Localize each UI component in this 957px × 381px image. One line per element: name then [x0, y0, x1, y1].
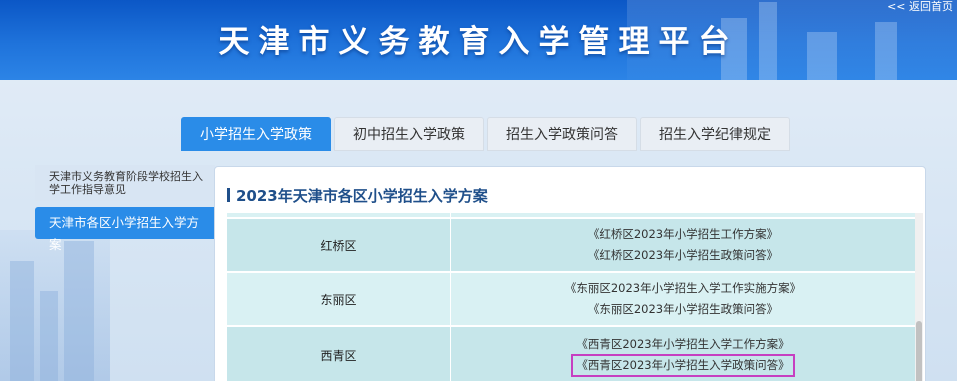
- policy-tabs: 小学招生入学政策 初中招生入学政策 招生入学政策问答 招生入学纪律规定: [181, 117, 793, 151]
- tab-middle-admission-policy[interactable]: 初中招生入学政策: [334, 117, 484, 151]
- doc-link[interactable]: 《红桥区2023年小学招生政策问答》: [584, 245, 782, 266]
- district-name: 东丽区: [227, 273, 451, 325]
- table-scrollbar[interactable]: [915, 213, 923, 381]
- building-graphic: [10, 261, 34, 381]
- doc-link[interactable]: 《东丽区2023年小学招生入学工作实施方案》: [561, 278, 805, 299]
- district-table: 红桥区 《红桥区2023年小学招生工作方案》 《红桥区2023年小学招生政策问答…: [227, 213, 915, 381]
- doc-link[interactable]: 《西青区2023年小学招生入学工作方案》: [572, 334, 793, 355]
- site-header: 天津市义务教育入学管理平台 << 返回首页: [0, 0, 957, 80]
- table-row: 西青区 《西青区2023年小学招生入学工作方案》 《西青区2023年小学招生入学…: [227, 327, 915, 381]
- scrollbar-thumb[interactable]: [916, 321, 922, 381]
- back-home-link[interactable]: << 返回首页: [887, 0, 953, 14]
- site-title: 天津市义务教育入学管理平台: [218, 24, 739, 60]
- table-row: 红桥区 《红桥区2023年小学招生工作方案》 《红桥区2023年小学招生政策问答…: [227, 219, 915, 271]
- building-graphic: [40, 291, 58, 381]
- doc-link[interactable]: 《红桥区2023年小学招生工作方案》: [584, 224, 782, 245]
- doc-link[interactable]: 《东丽区2023年小学招生政策问答》: [584, 299, 782, 320]
- district-links: 《东丽区2023年小学招生入学工作实施方案》 《东丽区2023年小学招生政策问答…: [451, 273, 915, 325]
- tab-primary-admission-policy[interactable]: 小学招生入学政策: [181, 117, 331, 151]
- sidebar-item-guidance[interactable]: 天津市义务教育阶段学校招生入学工作指导意见: [35, 165, 215, 201]
- doc-link-highlighted[interactable]: 《西青区2023年小学招生入学政策问答》: [571, 354, 795, 377]
- table-row: [227, 213, 915, 217]
- district-name: [227, 213, 451, 217]
- tab-admission-qa[interactable]: 招生入学政策问答: [487, 117, 637, 151]
- panel-title-text: 2023年天津市各区小学招生入学方案: [236, 187, 488, 205]
- title-bar-accent: [227, 188, 230, 202]
- building-graphic: [64, 241, 94, 381]
- sidebar-item-district-plans[interactable]: 天津市各区小学招生入学方案: [35, 207, 215, 252]
- sidebar: 天津市义务教育阶段学校招生入学工作指导意见 天津市各区小学招生入学方案: [35, 165, 215, 252]
- district-name: 西青区: [227, 327, 451, 381]
- district-links: 《红桥区2023年小学招生工作方案》 《红桥区2023年小学招生政策问答》: [451, 219, 915, 271]
- district-links: [451, 213, 915, 217]
- table-row: 东丽区 《东丽区2023年小学招生入学工作实施方案》 《东丽区2023年小学招生…: [227, 273, 915, 325]
- content-panel: 2023年天津市各区小学招生入学方案 红桥区 《红桥区2023年小学招生工作方案…: [214, 166, 926, 381]
- tab-admission-discipline[interactable]: 招生入学纪律规定: [640, 117, 790, 151]
- district-links: 《西青区2023年小学招生入学工作方案》 《西青区2023年小学招生入学政策问答…: [451, 327, 915, 381]
- panel-title: 2023年天津市各区小学招生入学方案: [227, 185, 488, 206]
- district-name: 红桥区: [227, 219, 451, 271]
